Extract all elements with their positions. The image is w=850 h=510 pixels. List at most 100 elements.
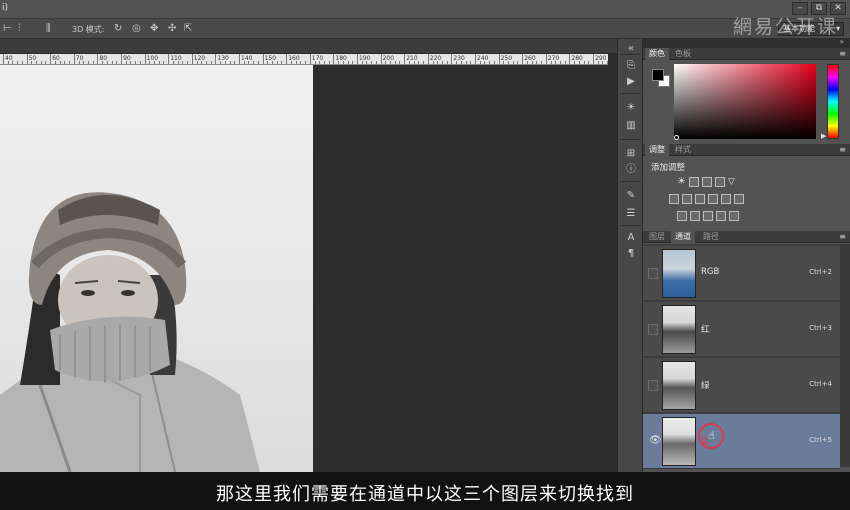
visibility-toggle[interactable]	[648, 268, 658, 279]
hue-slider-arrow-icon[interactable]: ▶	[821, 132, 826, 140]
tab-channels[interactable]: 通道	[671, 231, 695, 243]
channel-row-rgb[interactable]: RGB Ctrl+2	[643, 246, 840, 301]
ruler-tick	[168, 54, 170, 64]
selective-color-icon[interactable]	[729, 211, 739, 221]
color-lookup-icon[interactable]	[734, 194, 744, 204]
fg-bg-swatches[interactable]	[652, 69, 674, 91]
channel-thumbnail-gray	[662, 417, 696, 466]
arrange-icon[interactable]: ⫼	[46, 23, 51, 35]
visibility-toggle[interactable]	[648, 324, 658, 335]
channel-mixer-icon[interactable]	[721, 194, 731, 204]
brush-presets-icon[interactable]: ☰	[623, 207, 639, 221]
mode-3d-label: 3D 模式:	[72, 25, 105, 34]
channel-row-red[interactable]: 红 Ctrl+3	[643, 302, 840, 357]
distribute-icon[interactable]: ⫶	[18, 23, 21, 35]
info-icon[interactable]: ⓘ	[623, 163, 639, 177]
color-picker-marker[interactable]	[674, 135, 679, 140]
color-balance-icon[interactable]	[682, 194, 692, 204]
roll-3d-icon[interactable]: ◎	[132, 23, 141, 35]
layer-comps-icon[interactable]: ⊞	[623, 147, 639, 161]
ruler-tick	[3, 54, 4, 64]
eye-icon[interactable]: 👁	[649, 435, 662, 446]
gradient-map-icon[interactable]	[716, 211, 726, 221]
channel-row-green[interactable]: 绿 Ctrl+4	[643, 358, 840, 413]
ruler-label: 260	[524, 55, 536, 62]
scale-3d-icon[interactable]: ⇱	[184, 23, 192, 35]
options-bar: ⊢ ⫶ ⫼ 3D 模式: ↻ ◎ ✥ ✣ ⇱ 基本功能	[0, 19, 850, 39]
rotate-3d-icon[interactable]: ↻	[114, 23, 122, 35]
brightness-contrast-icon[interactable]: ☀	[677, 177, 686, 187]
ruler-label: 200	[382, 55, 395, 62]
tab-styles[interactable]: 样式	[671, 144, 695, 156]
ruler-label: 180	[335, 55, 347, 62]
visibility-toggle[interactable]	[648, 380, 658, 391]
vertical-scrollbar[interactable]	[608, 54, 617, 472]
ruler-tick	[26, 54, 28, 64]
channel-name: RGB	[701, 267, 720, 277]
collapse-icon: »	[839, 38, 844, 46]
channel-row-blue[interactable]: 👁 蓝 Ctrl+5 ☝	[643, 414, 840, 469]
character-icon[interactable]: A	[623, 231, 639, 245]
ruler-tick	[569, 54, 571, 64]
color-spectrum-field[interactable]	[674, 64, 816, 139]
channel-name: 红	[701, 325, 710, 335]
tab-color[interactable]: 颜色	[645, 48, 669, 60]
foreground-color-swatch[interactable]	[652, 69, 664, 81]
panel-menu-icon[interactable]: ≡	[839, 49, 846, 58]
layers-panel-header: 图层 通道 路径 ≡	[643, 231, 850, 243]
tab-paths[interactable]: 路径	[699, 231, 723, 243]
brightness-icon[interactable]: ☀	[623, 101, 639, 115]
canvas-area[interactable]	[0, 65, 617, 472]
visibility-toggle[interactable]: 👁	[648, 435, 662, 447]
ruler-tick	[50, 54, 52, 64]
tab-adjustments[interactable]: 调整	[645, 144, 669, 156]
vibrance-icon[interactable]: ▽	[728, 177, 735, 187]
tab-layers[interactable]: 图层	[645, 231, 669, 243]
black-white-icon[interactable]	[695, 194, 705, 204]
pan-3d-icon[interactable]: ✥	[150, 23, 158, 35]
hand-cursor-icon: ☝	[708, 429, 715, 442]
levels-icon[interactable]	[688, 177, 699, 187]
exposure-icon[interactable]	[714, 177, 725, 187]
tab-swatches[interactable]: 色板	[671, 48, 695, 60]
hue-slider[interactable]	[827, 64, 839, 139]
ruler-label: 290	[595, 55, 607, 62]
ruler-label: 280	[571, 55, 583, 62]
align-icon[interactable]: ⊢	[3, 23, 12, 35]
brush-icon[interactable]: ✎	[623, 189, 639, 203]
ruler-label: 170	[311, 55, 324, 62]
ruler-tick	[144, 54, 146, 64]
ruler-label: 270	[547, 55, 560, 62]
adjustment-icons-row-1: ☀ ▽	[677, 177, 735, 187]
channel-name: 绿	[701, 381, 710, 391]
channel-shortcut: Ctrl+3	[809, 324, 832, 332]
ruler-label: 250	[500, 55, 513, 62]
channels-scrollbar[interactable]	[840, 244, 850, 467]
ruler-tick	[73, 54, 75, 64]
ruler-tick	[97, 54, 99, 64]
channel-shortcut: Ctrl+2	[809, 268, 832, 276]
threshold-icon[interactable]	[703, 211, 713, 221]
document-tab-strip	[0, 39, 617, 54]
panel-collapse-bar[interactable]: »	[643, 38, 850, 48]
slide-3d-icon[interactable]: ✣	[168, 23, 176, 35]
channel-thumbnail-gray	[662, 361, 696, 410]
ruler-tick	[427, 54, 429, 64]
actions-play-icon[interactable]: ▶	[623, 75, 639, 89]
ruler-label: 130	[217, 55, 229, 62]
channels-list: RGB Ctrl+2 红 Ctrl+3 绿 Ctrl+4 👁 蓝 Ctrl+5 …	[643, 244, 840, 469]
invert-icon[interactable]	[677, 211, 687, 221]
history-icon[interactable]: ⎘	[623, 59, 639, 73]
ruler-tick	[475, 54, 476, 64]
paragraph-icon[interactable]: ¶	[623, 247, 639, 261]
window-title: i)	[2, 3, 9, 13]
panel-menu-icon[interactable]: ≡	[839, 232, 846, 241]
title-bar: i) – ⧉ ✕	[0, 0, 850, 19]
histogram-icon[interactable]: ▥	[623, 119, 639, 133]
curves-icon[interactable]	[701, 177, 712, 187]
panel-menu-icon[interactable]: ≡	[839, 145, 846, 154]
channel-thumbnail-color	[662, 249, 696, 298]
hue-saturation-icon[interactable]	[669, 194, 679, 204]
photo-filter-icon[interactable]	[708, 194, 718, 204]
posterize-icon[interactable]	[690, 211, 700, 221]
